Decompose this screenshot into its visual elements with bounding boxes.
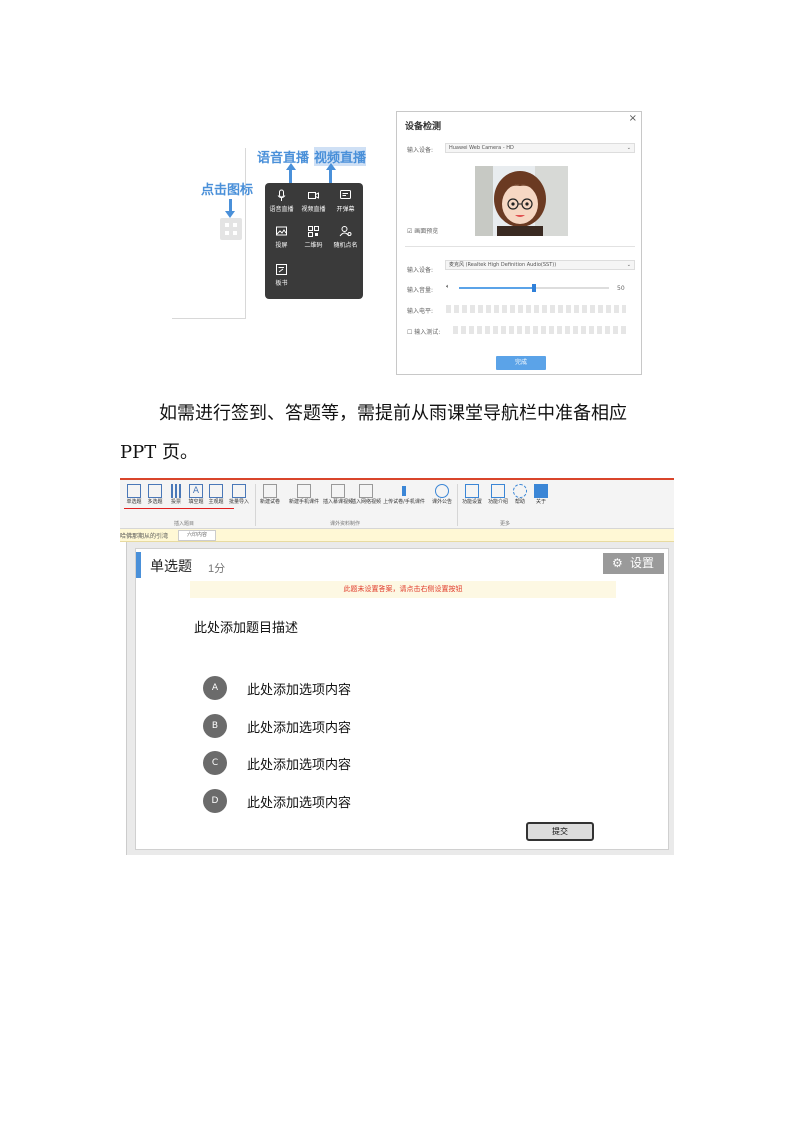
question-accent-bar — [136, 552, 141, 578]
slide-thumbnail-strip — [120, 542, 127, 855]
chevron-down-icon: ⌄ — [626, 262, 631, 268]
paragraph-line-1: 如需进行签到、答题等，需提前从雨课堂导航栏中准备相应 — [159, 403, 627, 424]
menu-item-random-rollcall[interactable]: 随机点名 — [329, 225, 362, 249]
done-button[interactable]: 完成 — [496, 356, 546, 370]
settings-button[interactable]: ⚙ 设置 — [603, 553, 664, 574]
grid-menu-button[interactable] — [220, 218, 242, 240]
menu-item-video-live[interactable]: 视频直播 — [297, 189, 330, 213]
qr-code-icon — [308, 226, 319, 237]
batch-import-button[interactable]: 批量导入 — [224, 484, 254, 505]
question-score: 1分 — [208, 563, 226, 575]
group-extracurricular-label: 课外资料制作 — [330, 521, 361, 527]
live-feature-menu: 语音直播 视频直播 开弹幕 投屏 二维码 随机点名 板书 — [265, 183, 363, 299]
level-meter — [446, 305, 626, 313]
question-description[interactable]: 此处添加题目描述 — [194, 617, 298, 636]
danmaku-icon — [340, 190, 351, 199]
group-separator — [457, 484, 458, 526]
volume-slider-thumb[interactable] — [532, 284, 536, 292]
help-button[interactable]: 帮助 — [510, 484, 530, 505]
function-settings-button[interactable]: 功能设置 — [459, 484, 485, 505]
random-rollcall-icon — [339, 226, 352, 237]
test-checkbox[interactable]: ☐ 输入测试: — [407, 327, 440, 336]
avatar — [475, 166, 568, 236]
globe-icon — [435, 484, 449, 498]
camera-preview — [475, 166, 568, 236]
callout-click-icon: 点击图标 — [201, 183, 254, 198]
video-camera-icon — [308, 192, 319, 199]
announcement-button[interactable]: 课外公告 — [429, 484, 455, 505]
question-type: 单选题 — [150, 558, 192, 574]
ribbon-toolbar: 单选题 多选题 投票 A 填空题 主观题 批量导入 插入题目 新建试卷 新建手机课… — [120, 480, 674, 529]
new-mobile-courseware-button[interactable]: 新建手机课件 — [284, 484, 324, 505]
microphone-icon — [277, 189, 286, 201]
paragraph-line-2: PPT 页。 — [120, 442, 198, 463]
intro-icon — [491, 484, 505, 498]
about-button[interactable]: 关于 — [531, 484, 551, 505]
insert-mooc-video-button[interactable]: 插入慕课视频 — [323, 484, 353, 505]
menu-item-screen-cast[interactable]: 投屏 — [265, 225, 298, 249]
callout-arrow — [225, 211, 235, 218]
speaker-icon: 🔈︎ — [446, 283, 450, 290]
new-exam-button[interactable]: 新建试卷 — [256, 484, 284, 505]
address-tab[interactable]: 六印内容 — [178, 530, 216, 541]
yuketang-ribbon-screenshot: 单选题 多选题 投票 A 填空题 主观题 批量导入 插入题目 新建试卷 新建手机课… — [120, 478, 674, 855]
whiteboard-icon — [276, 264, 287, 275]
dialog-title: 设备检测 — [405, 122, 442, 132]
audio-input-select[interactable]: 麦克风 (Realtek High Definition Audio(SST))… — [445, 260, 635, 270]
callout-video-live: 视频直播 — [314, 147, 367, 166]
question-card: 单选题 1分 ⚙ 设置 此题未设置答案，请点击右侧设置按钮 此处添加题目描述 A… — [135, 548, 669, 850]
level-label: 输入电平: — [407, 308, 434, 315]
bar-chart-icon — [169, 484, 183, 498]
fill-blank-icon: A — [189, 484, 203, 498]
chevron-down-icon: ⌄ — [626, 145, 631, 151]
single-choice-icon — [127, 484, 141, 498]
video-input-label: 输入设备: — [407, 147, 434, 154]
menu-item-danmaku[interactable]: 开弹幕 — [329, 189, 362, 213]
gear-icon: ⚙ — [612, 556, 623, 570]
new-exam-icon — [263, 484, 277, 498]
about-icon — [534, 484, 548, 498]
highlight-underline — [124, 508, 234, 509]
submit-button[interactable]: 提交 — [526, 822, 594, 841]
mooc-video-icon — [331, 484, 345, 498]
group-insert-label: 插入题目 — [174, 521, 195, 527]
video-input-select[interactable]: Huawei Web Camera - HD ⌄ — [445, 143, 635, 153]
callout-voice-live: 语音直播 — [257, 151, 310, 166]
help-icon — [513, 484, 527, 498]
upload-button[interactable]: 上传试卷/手机课件 — [378, 484, 430, 505]
upload-arrow-icon — [397, 484, 411, 498]
close-icon[interactable]: × — [629, 113, 637, 124]
multi-choice-icon — [148, 484, 162, 498]
insert-web-video-button[interactable]: 插入网络视频 — [351, 484, 381, 505]
mirror-checkbox[interactable]: ☑ 画面预览 — [407, 226, 438, 235]
address-bar: 哈佛那期从的引湾 六印内容 — [120, 529, 674, 542]
live-menu-screenshot: 点击图标 语音直播 视频直播 语音直播 视频直播 开弹幕 投屏 二维码 随机点名… — [172, 111, 370, 375]
menu-item-voice-live[interactable]: 语音直播 — [265, 189, 298, 213]
screen-cast-icon — [276, 226, 287, 236]
answer-warning: 此题未设置答案，请点击右侧设置按钮 — [190, 581, 616, 598]
test-meter — [453, 326, 626, 334]
device-check-dialog: 设备检测 × 输入设备: Huawei Web Camera - HD ⌄ ☑ 画… — [396, 111, 642, 375]
menu-item-qr-code[interactable]: 二维码 — [297, 225, 330, 249]
import-icon — [232, 484, 246, 498]
volume-slider-track[interactable] — [459, 284, 609, 292]
function-intro-button[interactable]: 功能介绍 — [485, 484, 511, 505]
web-video-icon — [359, 484, 373, 498]
group-more-label: 更多 — [500, 521, 511, 527]
volume-slider-fill — [459, 287, 534, 289]
mobile-courseware-icon — [297, 484, 311, 498]
audio-input-label: 输入设备: — [407, 267, 434, 274]
volume-label: 输入音量: — [407, 287, 434, 294]
subjective-icon — [209, 484, 223, 498]
volume-value: 50 — [617, 285, 625, 292]
divider — [405, 246, 635, 247]
address-text: 哈佛那期从的引湾 — [120, 533, 169, 540]
menu-item-whiteboard[interactable]: 板书 — [265, 263, 298, 287]
gear-icon — [465, 484, 479, 498]
